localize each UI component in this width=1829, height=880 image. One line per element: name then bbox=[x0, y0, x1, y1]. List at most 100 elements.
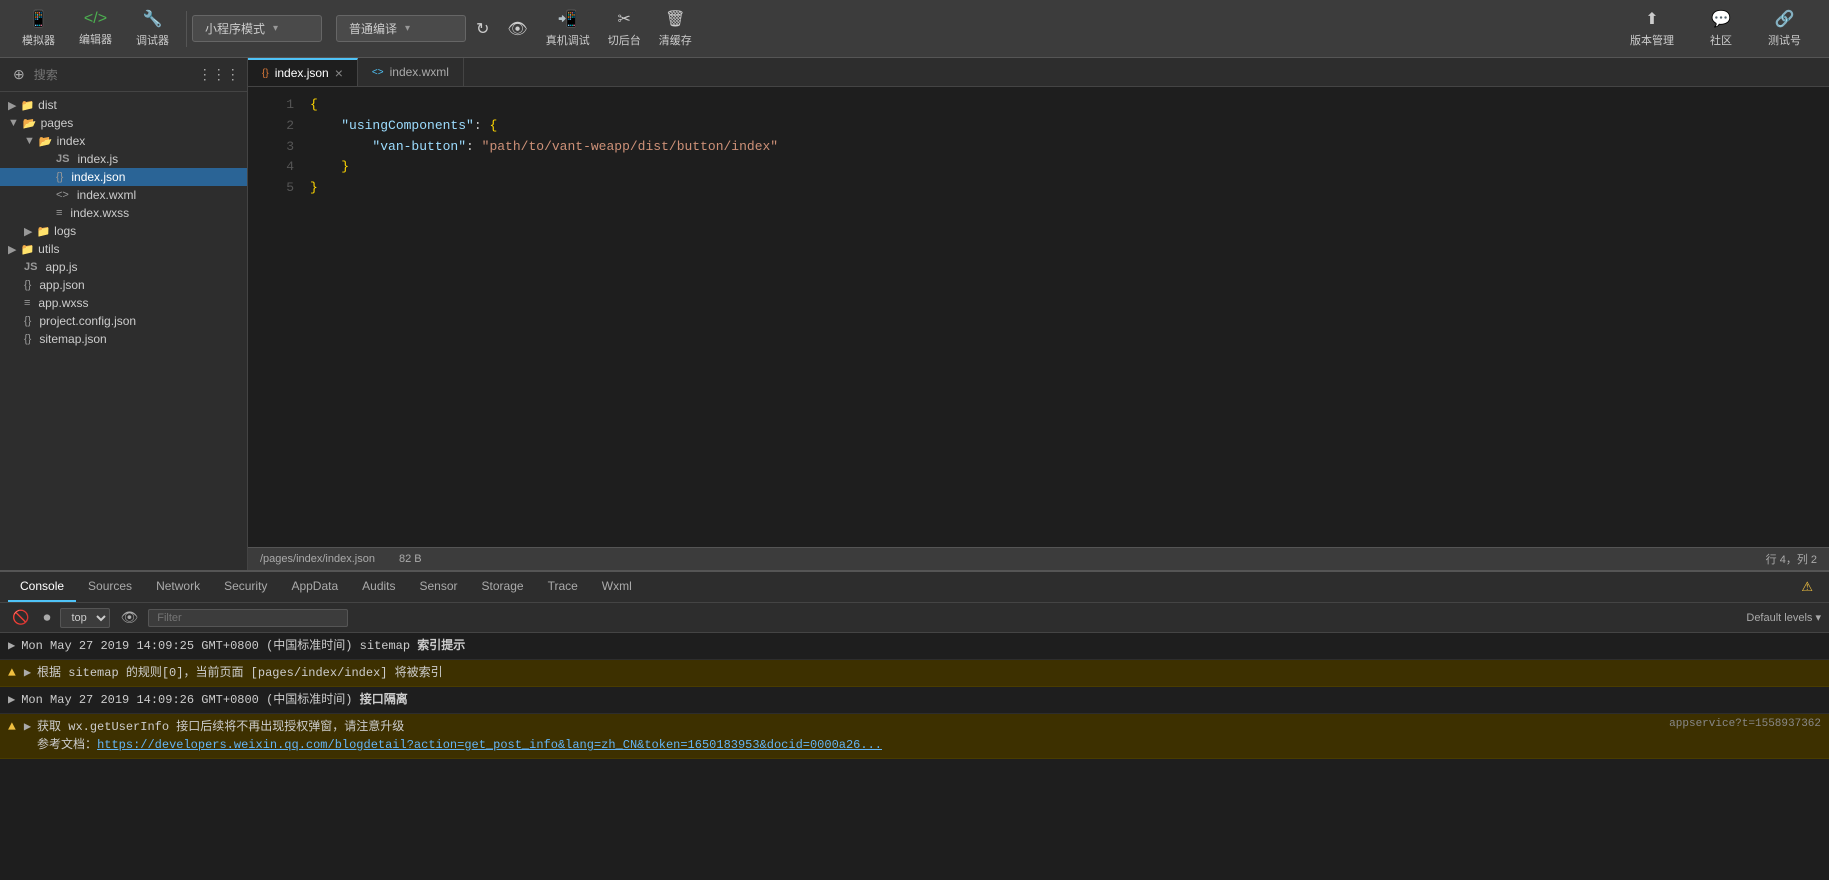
tab-appdata[interactable]: AppData bbox=[279, 572, 350, 602]
chevron-right-icon-utils: ▶ bbox=[8, 243, 16, 256]
folder-icon-dist: 📁 bbox=[20, 99, 34, 112]
preview-icon: 👁 bbox=[507, 19, 527, 39]
tab-console[interactable]: Console bbox=[8, 572, 76, 602]
console-output: ▶ Mon May 27 2019 14:09:25 GMT+0800 (中国标… bbox=[0, 633, 1829, 880]
editor-tab-index-wxml[interactable]: <> index.wxml bbox=[358, 58, 464, 86]
js-file-icon: JS bbox=[56, 153, 69, 165]
collapse-arrow-2[interactable]: ▶ bbox=[24, 665, 31, 680]
json-file-icon: {} bbox=[56, 171, 63, 183]
sidebar-toolbar: ⊕ ⋮⋮⋮ ⇅ ⊞ bbox=[0, 58, 247, 92]
simulator-icon: 📱 bbox=[29, 9, 49, 29]
warning-icon-2: ▲ bbox=[8, 665, 16, 680]
sidebar-menu-btn[interactable]: ⋮⋮⋮ bbox=[193, 63, 245, 86]
collapse-arrow-3[interactable]: ▶ bbox=[8, 692, 15, 707]
sidebar-item-app-json[interactable]: {} app.json bbox=[0, 276, 247, 294]
community-btn[interactable]: 💬 社区 bbox=[1692, 9, 1750, 48]
console-source-4: appservice?t=1558937362 bbox=[1669, 718, 1821, 730]
code-line-2: 2 "usingComponents": { bbox=[248, 116, 1829, 137]
preview-btn[interactable]: 👁 bbox=[507, 19, 527, 39]
clear-icon: 🗑 bbox=[665, 9, 685, 29]
stop-recording-btn[interactable]: ⏺ bbox=[39, 607, 54, 628]
sidebar-item-pages[interactable]: ▼ 📂 pages bbox=[0, 114, 247, 132]
sidebar-item-index[interactable]: ▼ 📂 index bbox=[0, 132, 247, 150]
editor-tab-index-json[interactable]: {} index.json × bbox=[248, 58, 358, 86]
devtools-toolbar: 🚫 ⏺ top 👁 Default levels ▾ bbox=[0, 603, 1829, 633]
json-tab-icon: {} bbox=[262, 68, 269, 79]
sidebar-item-sitemap[interactable]: {} sitemap.json bbox=[0, 330, 247, 348]
sidebar-item-index-json[interactable]: {} index.json bbox=[0, 168, 247, 186]
sidebar-item-app-wxss[interactable]: ≡ app.wxss bbox=[0, 294, 247, 312]
simulator-btn[interactable]: 📱 模拟器 bbox=[10, 9, 67, 48]
sidebar-item-utils[interactable]: ▶ 📁 utils bbox=[0, 240, 247, 258]
file-size: 82 B bbox=[399, 553, 422, 565]
clear-console-btn[interactable]: 🚫 bbox=[8, 607, 33, 628]
folder-icon-pages: 📂 bbox=[23, 117, 37, 130]
sidebar-item-project-config[interactable]: {} project.config.json bbox=[0, 312, 247, 330]
code-line-1: 1 { bbox=[248, 95, 1829, 116]
close-tab-json[interactable]: × bbox=[335, 66, 343, 80]
main-area: ⊕ ⋮⋮⋮ ⇅ ⊞ ▶ 📁 dist ▼ 📂 pages bbox=[0, 58, 1829, 570]
cut-icon: ✂ bbox=[618, 9, 631, 29]
mode-dropdown-arrow: ▾ bbox=[273, 23, 278, 34]
real-machine-btn[interactable]: 📲 真机调试 bbox=[546, 9, 590, 48]
devtools-tabs: Console Sources Network Security AppData… bbox=[0, 572, 1829, 603]
toolbar-right: ⬆ 版本管理 💬 社区 🔗 测试号 bbox=[1612, 9, 1819, 48]
sidebar-item-index-js[interactable]: JS index.js bbox=[0, 150, 247, 168]
folder-icon-logs: 📁 bbox=[36, 225, 50, 238]
tab-audits[interactable]: Audits bbox=[350, 572, 407, 602]
json-icon-app: {} bbox=[24, 279, 31, 291]
editor-tabs: {} index.json × <> index.wxml bbox=[248, 58, 1829, 87]
tab-trace[interactable]: Trace bbox=[536, 572, 590, 602]
tab-sensor[interactable]: Sensor bbox=[408, 572, 470, 602]
docs-link[interactable]: https://developers.weixin.qq.com/blogdet… bbox=[97, 738, 882, 752]
default-levels-dropdown[interactable]: Default levels ▾ bbox=[1746, 611, 1821, 624]
tab-storage[interactable]: Storage bbox=[470, 572, 536, 602]
action-group: ↻ 👁 📲 真机调试 ✂ 切后台 🗑 清缓存 bbox=[466, 9, 702, 48]
console-text-3: Mon May 27 2019 14:09:26 GMT+0800 (中国标准时… bbox=[21, 691, 1821, 709]
console-text-2: 根据 sitemap 的规则[0]，当前页面 [pages/index/inde… bbox=[37, 664, 1821, 682]
sidebar-item-dist[interactable]: ▶ 📁 dist bbox=[0, 96, 247, 114]
tab-network[interactable]: Network bbox=[144, 572, 212, 602]
code-line-3: 3 "van-button": "path/to/vant-weapp/dist… bbox=[248, 137, 1829, 158]
clear-cache-btn[interactable]: 🗑 清缓存 bbox=[659, 9, 692, 48]
warning-icon-4: ▲ bbox=[8, 719, 16, 734]
refresh-btn[interactable]: ↻ bbox=[476, 19, 489, 39]
console-entry-3: ▶ Mon May 27 2019 14:09:26 GMT+0800 (中国标… bbox=[0, 687, 1829, 714]
console-filter-input[interactable] bbox=[148, 609, 348, 627]
collapse-arrow-4[interactable]: ▶ bbox=[24, 719, 31, 734]
sidebar-item-app-js[interactable]: JS app.js bbox=[0, 258, 247, 276]
wxss-file-icon: ≡ bbox=[56, 207, 62, 219]
context-select[interactable]: top bbox=[60, 608, 110, 628]
status-bar: /pages/index/index.json 82 B 行 4，列 2 bbox=[248, 547, 1829, 570]
version-btn[interactable]: ⬆ 版本管理 bbox=[1612, 9, 1692, 48]
sidebar-item-index-wxml[interactable]: <> index.wxml bbox=[0, 186, 247, 204]
test-btn[interactable]: 🔗 测试号 bbox=[1750, 9, 1819, 48]
file-path: /pages/index/index.json bbox=[260, 553, 375, 565]
folder-icon-utils: 📁 bbox=[20, 243, 34, 256]
sidebar-search-input[interactable] bbox=[34, 68, 189, 82]
cut-btn[interactable]: ✂ 切后台 bbox=[608, 9, 641, 48]
editor-content[interactable]: 1 { 2 "usingComponents": { 3 "van-button… bbox=[248, 87, 1829, 547]
real-machine-icon: 📲 bbox=[558, 9, 578, 29]
debug-btn[interactable]: 🔧 调试器 bbox=[124, 9, 181, 48]
compile-dropdown[interactable]: 普通编译 ▾ bbox=[336, 15, 466, 42]
separator-1 bbox=[186, 11, 187, 47]
collapse-arrow-1[interactable]: ▶ bbox=[8, 638, 15, 653]
console-text-1: Mon May 27 2019 14:09:25 GMT+0800 (中国标准时… bbox=[21, 637, 1821, 655]
eye-btn[interactable]: 👁 bbox=[116, 607, 142, 628]
code-line-4: 4 } bbox=[248, 157, 1829, 178]
tab-sources[interactable]: Sources bbox=[76, 572, 144, 602]
chevron-down-icon-pages: ▼ bbox=[8, 117, 19, 129]
json-icon-sitemap: {} bbox=[24, 333, 31, 345]
warning-count-indicator: ⚠ bbox=[1801, 579, 1813, 595]
sidebar-home-btn[interactable]: ⊕ bbox=[8, 63, 30, 86]
sidebar-item-logs[interactable]: ▶ 📁 logs bbox=[0, 222, 247, 240]
mode-dropdown[interactable]: 小程序模式 ▾ bbox=[192, 15, 322, 42]
wxml-tab-icon: <> bbox=[372, 67, 384, 78]
cursor-position: 行 4，列 2 bbox=[1766, 551, 1817, 567]
editor-btn[interactable]: </> 编辑器 bbox=[67, 10, 124, 47]
tab-wxml[interactable]: Wxml bbox=[590, 572, 644, 602]
sidebar-item-index-wxss[interactable]: ≡ index.wxss bbox=[0, 204, 247, 222]
tab-security[interactable]: Security bbox=[212, 572, 279, 602]
json-icon-project: {} bbox=[24, 315, 31, 327]
